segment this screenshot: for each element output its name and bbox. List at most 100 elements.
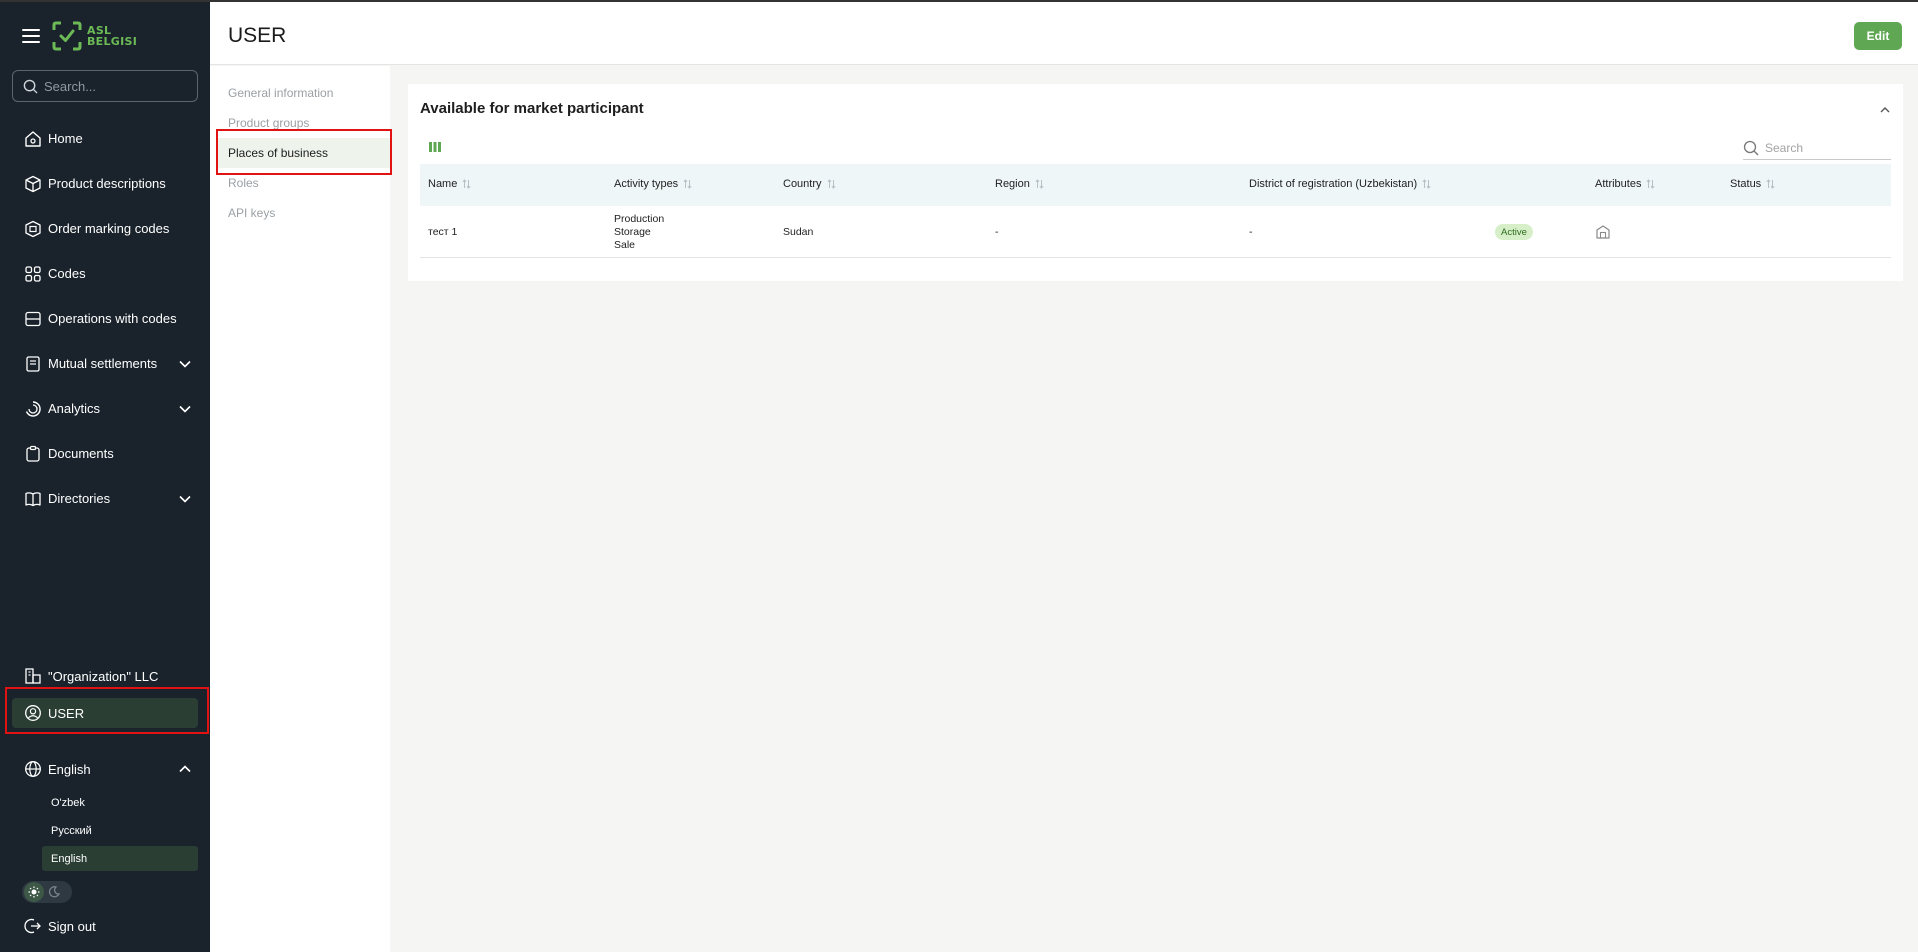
column-header-name[interactable]: Name	[428, 178, 471, 190]
table-header: Name Activity types Country Region Distr…	[420, 164, 1891, 206]
box-icon	[25, 175, 41, 192]
warehouse-icon	[1596, 225, 1610, 239]
column-header-country[interactable]: Country	[783, 178, 836, 190]
cell-name: тест 1	[428, 226, 458, 238]
search-icon	[23, 79, 38, 94]
sort-icon[interactable]	[1646, 179, 1656, 189]
nav-label: Analytics	[48, 401, 101, 416]
nav-label: Order marking codes	[48, 221, 170, 236]
sidebar-search-input[interactable]	[44, 78, 184, 94]
column-header-district[interactable]: District of registration (Uzbekistan)	[1249, 178, 1431, 190]
light-theme-button[interactable]	[24, 882, 44, 902]
nav-label: Directories	[48, 491, 111, 506]
activity-type: Production	[614, 213, 665, 225]
column-label: Name	[428, 178, 458, 190]
sign-out-label: Sign out	[48, 918, 96, 934]
sort-icon[interactable]	[462, 179, 471, 189]
column-header-status[interactable]: Status	[1730, 178, 1775, 190]
chevron-down-icon[interactable]	[178, 402, 192, 416]
menu-icon[interactable]	[22, 29, 40, 43]
places-of-business-card: Available for market participant Name Ac…	[408, 84, 1903, 281]
chevron-up-icon[interactable]	[178, 762, 192, 776]
profile-subnav: General information Product groups Place…	[210, 66, 392, 952]
page-title: USER	[228, 24, 287, 47]
column-header-activity-types[interactable]: Activity types	[614, 178, 692, 190]
organization-item[interactable]: "Organization" LLC	[12, 666, 198, 686]
order-codes-icon	[25, 220, 41, 237]
dark-theme-button[interactable]	[44, 882, 64, 902]
columns-icon[interactable]	[428, 141, 442, 153]
sort-icon[interactable]	[683, 179, 692, 189]
book-icon	[25, 491, 41, 506]
language-option-uzbek[interactable]: O'zbek	[42, 790, 198, 815]
language-selector[interactable]: English	[12, 758, 198, 780]
cell-activity-types: Production Storage Sale	[614, 213, 664, 252]
subnav-roles[interactable]: Roles	[228, 176, 259, 190]
column-label: Status	[1730, 178, 1762, 190]
column-header-attributes[interactable]: Attributes	[1595, 178, 1656, 190]
chevron-down-icon[interactable]	[178, 492, 192, 506]
receipt-icon	[26, 355, 40, 372]
nav-item-operations-with-codes[interactable]: Operations with codes	[0, 296, 210, 341]
nav-label: Operations with codes	[48, 311, 177, 326]
column-label: Attributes	[1595, 178, 1642, 190]
operations-icon	[25, 311, 41, 326]
table-search[interactable]	[1743, 136, 1891, 160]
analytics-icon	[25, 400, 41, 417]
theme-toggle[interactable]	[22, 881, 72, 903]
sort-icon[interactable]	[1422, 179, 1431, 189]
chevron-up-icon[interactable]	[1879, 104, 1891, 116]
nav-item-order-marking-codes[interactable]: Order marking codes	[0, 206, 210, 251]
nav-item-home[interactable]: Home	[0, 116, 210, 161]
logo-icon	[52, 21, 82, 51]
nav-item-product-descriptions[interactable]: Product descriptions	[0, 161, 210, 206]
nav-label: Product descriptions	[48, 176, 166, 191]
column-label: Region	[995, 178, 1030, 190]
nav-item-mutual-settlements[interactable]: Mutual settlements	[0, 341, 210, 386]
cell-region: -	[995, 226, 999, 238]
top-border	[0, 0, 1918, 2]
table-search-input[interactable]	[1765, 140, 1883, 155]
moon-icon	[48, 886, 60, 898]
column-header-region[interactable]: Region	[995, 178, 1044, 190]
sort-icon[interactable]	[1766, 179, 1775, 189]
subnav-product-groups[interactable]: Product groups	[228, 116, 309, 130]
sun-icon	[28, 886, 40, 898]
sidebar-search[interactable]	[12, 70, 198, 102]
nav-item-documents[interactable]: Documents	[0, 431, 210, 476]
card-title: Available for market participant	[420, 100, 644, 117]
sort-icon[interactable]	[826, 179, 836, 189]
nav-item-codes[interactable]: Codes	[0, 251, 210, 296]
edit-button[interactable]: Edit	[1854, 22, 1902, 50]
nav-item-directories[interactable]: Directories	[0, 476, 210, 521]
logo-line-2: BELGISI	[87, 35, 138, 48]
column-label: District of registration (Uzbekistan)	[1249, 178, 1418, 190]
logo[interactable]: ASL BELGISI	[52, 21, 137, 51]
highlight-box-places-of-business	[216, 129, 392, 175]
sort-icon[interactable]	[1035, 179, 1044, 189]
organization-label: "Organization" LLC	[48, 668, 159, 684]
chevron-down-icon[interactable]	[178, 357, 192, 371]
cell-country: Sudan	[783, 226, 814, 238]
subnav-api-keys[interactable]: API keys	[228, 206, 275, 220]
nav-item-analytics[interactable]: Analytics	[0, 386, 210, 431]
language-option-english[interactable]: English	[42, 846, 198, 871]
qr-code-icon	[25, 265, 41, 282]
subnav-general-information[interactable]: General information	[228, 86, 333, 100]
nav-label: Documents	[48, 446, 114, 461]
table-row[interactable]: тест 1 Production Storage Sale Sudan - -…	[420, 206, 1891, 258]
brand: ASL BELGISI	[22, 20, 137, 52]
search-icon	[1743, 140, 1759, 155]
language-current: English	[48, 761, 91, 777]
main-nav: Home Product descriptions Order marking …	[0, 116, 210, 521]
status-badge: Active	[1495, 224, 1533, 240]
nav-label: Home	[48, 131, 83, 146]
page-header: USER Edit	[210, 2, 1918, 65]
sidebar: ASL BELGISI Home Product descriptions Or…	[0, 0, 210, 952]
clipboard-icon	[26, 445, 40, 462]
sign-out-button[interactable]: Sign out	[12, 916, 198, 936]
language-option-russian[interactable]: Русский	[42, 818, 198, 843]
column-label: Country	[783, 178, 822, 190]
highlight-box-user	[5, 687, 209, 734]
activity-type: Sale	[614, 239, 636, 251]
